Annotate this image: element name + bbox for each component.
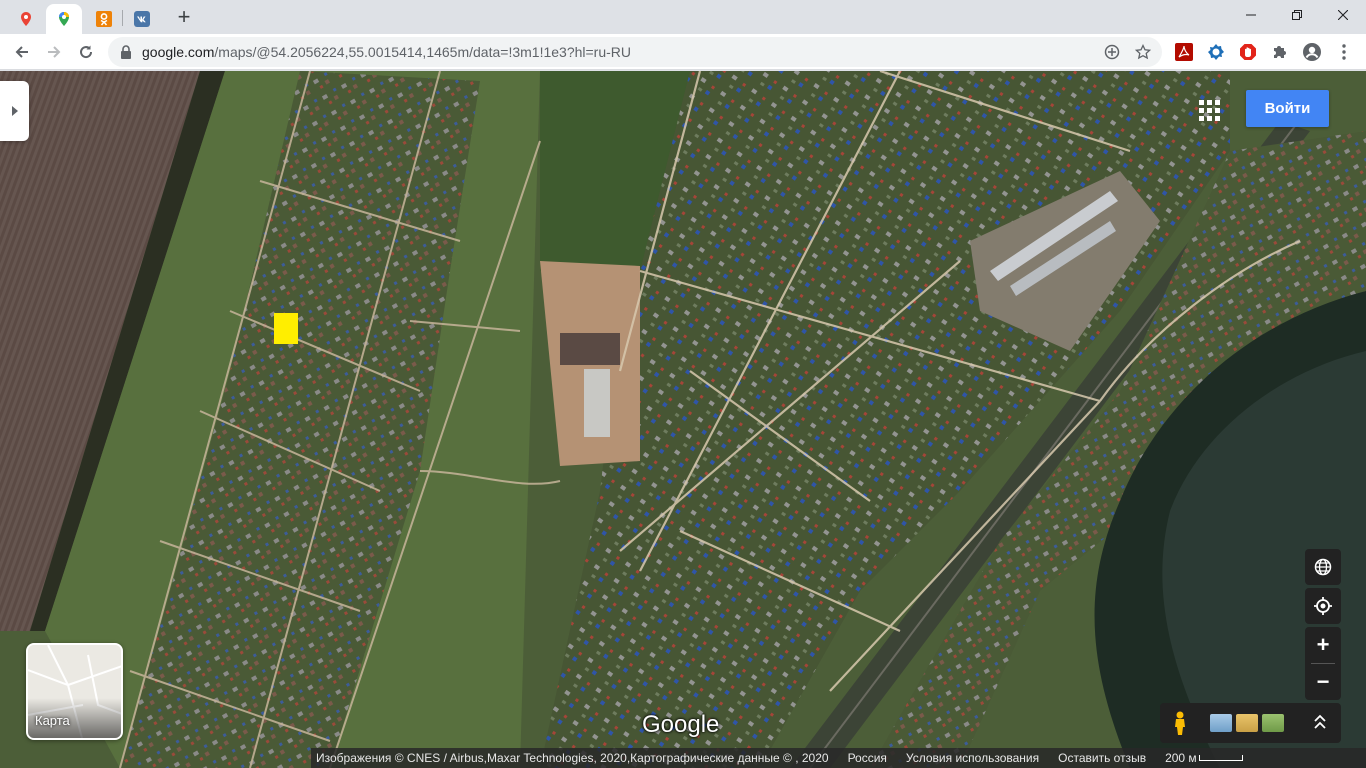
- minimize-button[interactable]: [1228, 0, 1274, 30]
- tab-google-maps[interactable]: [46, 4, 82, 34]
- apps-dot: [1214, 115, 1220, 121]
- scale-bar: [1198, 755, 1243, 761]
- arrow-right-icon: [48, 46, 61, 58]
- restore-button[interactable]: [1274, 0, 1320, 30]
- zoom-controls: + −: [1305, 627, 1341, 700]
- address-bar[interactable]: google.com/maps/@54.2056224,55.0015414,1…: [108, 37, 1162, 67]
- google-maps-pin-icon: [21, 12, 31, 26]
- google-maps-icon: [59, 12, 69, 26]
- vpn-extension[interactable]: [1206, 42, 1226, 62]
- chevron-up-icon[interactable]: [1314, 713, 1326, 731]
- more-vertical-icon: [1342, 44, 1346, 60]
- minimize-icon: [1246, 14, 1256, 16]
- puzzle-icon: [1274, 46, 1286, 58]
- scale-label[interactable]: 200 м: [1165, 751, 1197, 765]
- tab-separator: [122, 10, 123, 26]
- layer-biking-thumbnail[interactable]: [1262, 714, 1284, 732]
- profile-button[interactable]: [1302, 42, 1322, 62]
- acrobat-icon: [1175, 43, 1193, 61]
- satellite-map[interactable]: Войти + − Карта Google Изображения © CNE…: [0, 71, 1366, 768]
- terms-link[interactable]: Условия использования: [906, 751, 1039, 765]
- feedback-link[interactable]: Оставить отзыв: [1058, 751, 1146, 765]
- layers-bar: [1160, 703, 1341, 743]
- apps-dot: [1206, 115, 1212, 121]
- chevron-right-icon: [11, 106, 18, 116]
- add-location-icon[interactable]: [1104, 44, 1120, 60]
- apps-dot: [1198, 115, 1204, 121]
- map-type-toggle[interactable]: Карта: [26, 643, 123, 740]
- satellite-imagery: [0, 71, 1366, 768]
- bookmark-star-icon[interactable]: [1135, 44, 1151, 60]
- apps-dot: [1214, 99, 1220, 105]
- imagery-credit: Изображения © CNES / Airbus,Maxar Techno…: [316, 751, 829, 765]
- signin-button[interactable]: Войти: [1246, 90, 1329, 127]
- tab-google-maps-pin[interactable]: [8, 4, 44, 34]
- my-location-button[interactable]: [1305, 588, 1341, 624]
- apps-dot: [1214, 107, 1220, 113]
- url-path: /maps/@54.2056224,55.0015414,1465m/data=…: [214, 44, 632, 60]
- adblock-extension[interactable]: [1238, 42, 1258, 62]
- arrow-left-icon: [15, 46, 28, 58]
- tab-vk[interactable]: [124, 4, 160, 34]
- layer-terrain-thumbnail[interactable]: [1210, 714, 1232, 732]
- minimap-label: Карта: [35, 713, 70, 728]
- profile-icon: [1303, 43, 1321, 61]
- chrome-menu-button[interactable]: [1334, 42, 1354, 62]
- url-host: google.com: [142, 44, 215, 60]
- globe-icon: [1314, 558, 1332, 576]
- vk-icon: [134, 11, 150, 27]
- zoom-in-button[interactable]: +: [1305, 627, 1341, 663]
- browser-toolbar: google.com/maps/@54.2056224,55.0015414,1…: [0, 34, 1366, 70]
- side-panel-toggle[interactable]: [0, 81, 29, 141]
- country-link[interactable]: Россия: [848, 751, 887, 765]
- apps-dot: [1198, 99, 1204, 105]
- vpn-icon: [1208, 44, 1224, 60]
- crosshair-location-icon: [1314, 597, 1332, 615]
- forward-button[interactable]: [40, 38, 68, 66]
- zoom-out-button[interactable]: −: [1305, 664, 1341, 700]
- back-button[interactable]: [8, 38, 36, 66]
- layer-transit-thumbnail[interactable]: [1236, 714, 1258, 732]
- tab-odnoklassniki[interactable]: [86, 4, 122, 34]
- url-text: google.com/maps/@54.2056224,55.0015414,1…: [142, 44, 631, 60]
- google-logo: Google: [642, 711, 720, 738]
- globe-view-button[interactable]: [1305, 549, 1341, 585]
- new-tab-button[interactable]: +: [170, 4, 198, 32]
- attribution-bar: Изображения © CNES / Airbus,Maxar Techno…: [311, 748, 1366, 768]
- google-apps-button[interactable]: [1194, 95, 1224, 125]
- apps-dot: [1198, 107, 1204, 113]
- tab-strip: +: [0, 0, 1366, 34]
- reload-button[interactable]: [72, 38, 100, 66]
- extensions-button[interactable]: [1270, 42, 1290, 62]
- apps-dot: [1206, 107, 1212, 113]
- apps-dot: [1206, 99, 1212, 105]
- reload-icon: [80, 45, 93, 59]
- acrobat-extension[interactable]: [1174, 42, 1194, 62]
- close-window-button[interactable]: [1320, 0, 1366, 30]
- close-icon: [1338, 10, 1348, 20]
- adblock-icon: [1240, 44, 1256, 60]
- pegman-icon[interactable]: [1170, 711, 1190, 735]
- odnoklassniki-icon: [96, 11, 112, 27]
- lock-icon[interactable]: [120, 45, 132, 59]
- restore-icon: [1292, 10, 1302, 20]
